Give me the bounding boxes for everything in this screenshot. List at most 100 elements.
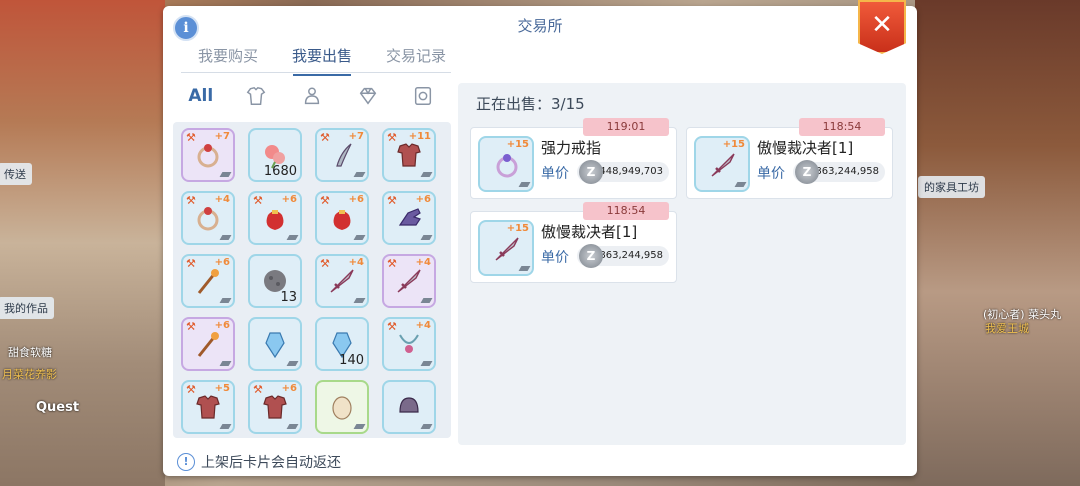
bag-icon	[266, 210, 284, 230]
bg-teleport-label[interactable]: 传送	[0, 163, 32, 185]
selling-count: 正在出售：3/15	[476, 95, 585, 113]
equip-marker	[353, 235, 366, 240]
accessory-icon[interactable]	[284, 84, 340, 108]
staff-icon	[197, 332, 219, 357]
sword-icon	[397, 269, 421, 293]
equip-marker	[420, 424, 433, 429]
equip-marker	[286, 361, 299, 366]
tab-history[interactable]: 交易记录	[369, 44, 463, 72]
inventory-slot[interactable]: ⚒ +5	[181, 380, 235, 434]
refine-icon: ⚒	[186, 257, 196, 270]
inventory-slot[interactable]	[248, 317, 302, 371]
tab-sell[interactable]: 我要出售	[275, 44, 369, 76]
sword-icon: +15	[478, 220, 534, 276]
refine-icon: ⚒	[253, 383, 263, 396]
refine-level: +4	[348, 257, 364, 268]
refine-icon: ⚒	[186, 194, 196, 207]
refine-icon: ⚒	[320, 257, 330, 270]
bg-player-name: 甜食软糖	[8, 346, 52, 359]
listing-name: 傲慢裁决者[1]	[541, 223, 638, 241]
filter-all[interactable]: All	[173, 84, 229, 108]
gem-icon[interactable]	[340, 84, 396, 108]
refine-level: +6	[214, 320, 230, 331]
price-label: 单价	[541, 166, 569, 182]
selling-panel: 正在出售：3/15 119:01 +15 强力戒指 单价 448,949,703…	[458, 83, 906, 445]
bag-icon	[333, 210, 351, 230]
inventory-slot[interactable]: ⚒ +6	[248, 191, 302, 245]
equip-marker	[353, 298, 366, 303]
zeny-coin-icon: Z	[579, 244, 603, 268]
bg-workshop-label[interactable]: 的家具工坊	[918, 176, 985, 198]
refine-level: +11	[408, 131, 431, 142]
zeny-coin-icon: Z	[579, 160, 603, 184]
crystal-icon	[265, 332, 285, 359]
equip-marker	[420, 361, 433, 366]
tab-divider	[181, 72, 451, 73]
listing-card[interactable]: 118:54 +15 傲慢裁决者[1] 单价 863,244,958 Z	[470, 202, 677, 283]
ring-icon	[197, 207, 219, 231]
inventory-slot[interactable]: ⚒ +6	[382, 191, 436, 245]
refine-icon: ⚒	[387, 320, 397, 333]
listing-timer: 118:54	[799, 118, 885, 136]
dagger-icon	[336, 143, 352, 167]
refine-level: +4	[214, 194, 230, 205]
inventory-slot[interactable]: 1680	[248, 128, 302, 182]
equip-marker	[420, 172, 433, 177]
refine-level: +4	[415, 257, 431, 268]
bg-works-label[interactable]: 我的作品	[0, 297, 54, 319]
bg-quest-label[interactable]: Quest	[36, 400, 79, 415]
armor-icon	[263, 395, 287, 419]
tab-bar: 我要购买 我要出售 交易记录	[181, 44, 463, 76]
refine-icon: ⚒	[320, 194, 330, 207]
refine-level: +5	[214, 383, 230, 394]
listing-card[interactable]: 119:01 +15 强力戒指 单价 448,949,703 Z	[470, 118, 677, 199]
bg-player-name: 月菜花养影	[2, 368, 57, 381]
inventory-slot[interactable]: ⚒ +7	[181, 128, 235, 182]
refine-icon: ⚒	[253, 194, 263, 207]
refine-level: +6	[281, 194, 297, 205]
inventory-slot[interactable]: 140	[315, 317, 369, 371]
refine-icon: ⚒	[387, 131, 397, 144]
inventory-slot[interactable]: ⚒ +7	[315, 128, 369, 182]
close-button[interactable]: ✕	[858, 0, 906, 54]
refine-icon: ⚒	[387, 257, 397, 270]
window-title: 交易所	[517, 17, 563, 35]
inventory-slot[interactable]: ⚒ +4	[181, 191, 235, 245]
inventory-slot[interactable]	[382, 380, 436, 434]
refine-level: +7	[214, 131, 230, 142]
item-count: 140	[339, 353, 364, 368]
inventory-slot[interactable]	[315, 380, 369, 434]
equip-marker	[219, 298, 232, 303]
inventory-slot[interactable]: ⚒ +11	[382, 128, 436, 182]
helmet-icon	[399, 397, 419, 413]
equip-marker	[420, 235, 433, 240]
inventory-slot[interactable]: ⚒ +6	[181, 317, 235, 371]
equip-marker	[219, 424, 232, 429]
inventory-slot[interactable]: ⚒ +6	[315, 191, 369, 245]
equip-marker	[286, 424, 299, 429]
sword-icon: +15	[694, 136, 750, 192]
armor-icon	[397, 143, 421, 167]
refine-icon: ⚒	[186, 320, 196, 333]
armor-icon	[196, 395, 220, 419]
bg-player-name: 我爱王城	[985, 322, 1029, 335]
refine-icon: ⚒	[387, 194, 397, 207]
refine-icon: ⚒	[320, 131, 330, 144]
inventory-slot[interactable]: 13	[248, 254, 302, 308]
ring-icon	[197, 144, 219, 168]
price-label: 单价	[757, 166, 785, 182]
listing-name: 强力戒指	[541, 139, 602, 157]
equip-marker	[353, 172, 366, 177]
inventory-slot[interactable]: ⚒ +4	[382, 254, 436, 308]
inventory-slot[interactable]: ⚒ +6	[181, 254, 235, 308]
listing-card[interactable]: 118:54 +15 傲慢裁决者[1] 单价 863,244,958 Z	[686, 118, 893, 199]
armor-icon[interactable]	[229, 84, 285, 108]
inventory-slot[interactable]: ⚒ +4	[382, 317, 436, 371]
inventory-slot[interactable]: ⚒ +4	[315, 254, 369, 308]
listing-timer: 118:54	[583, 202, 669, 220]
ring-icon: +15	[478, 136, 534, 192]
card-icon[interactable]	[395, 84, 451, 108]
inventory-slot[interactable]: ⚒ +6	[248, 380, 302, 434]
tab-buy[interactable]: 我要购买	[181, 44, 275, 72]
equip-marker	[286, 235, 299, 240]
